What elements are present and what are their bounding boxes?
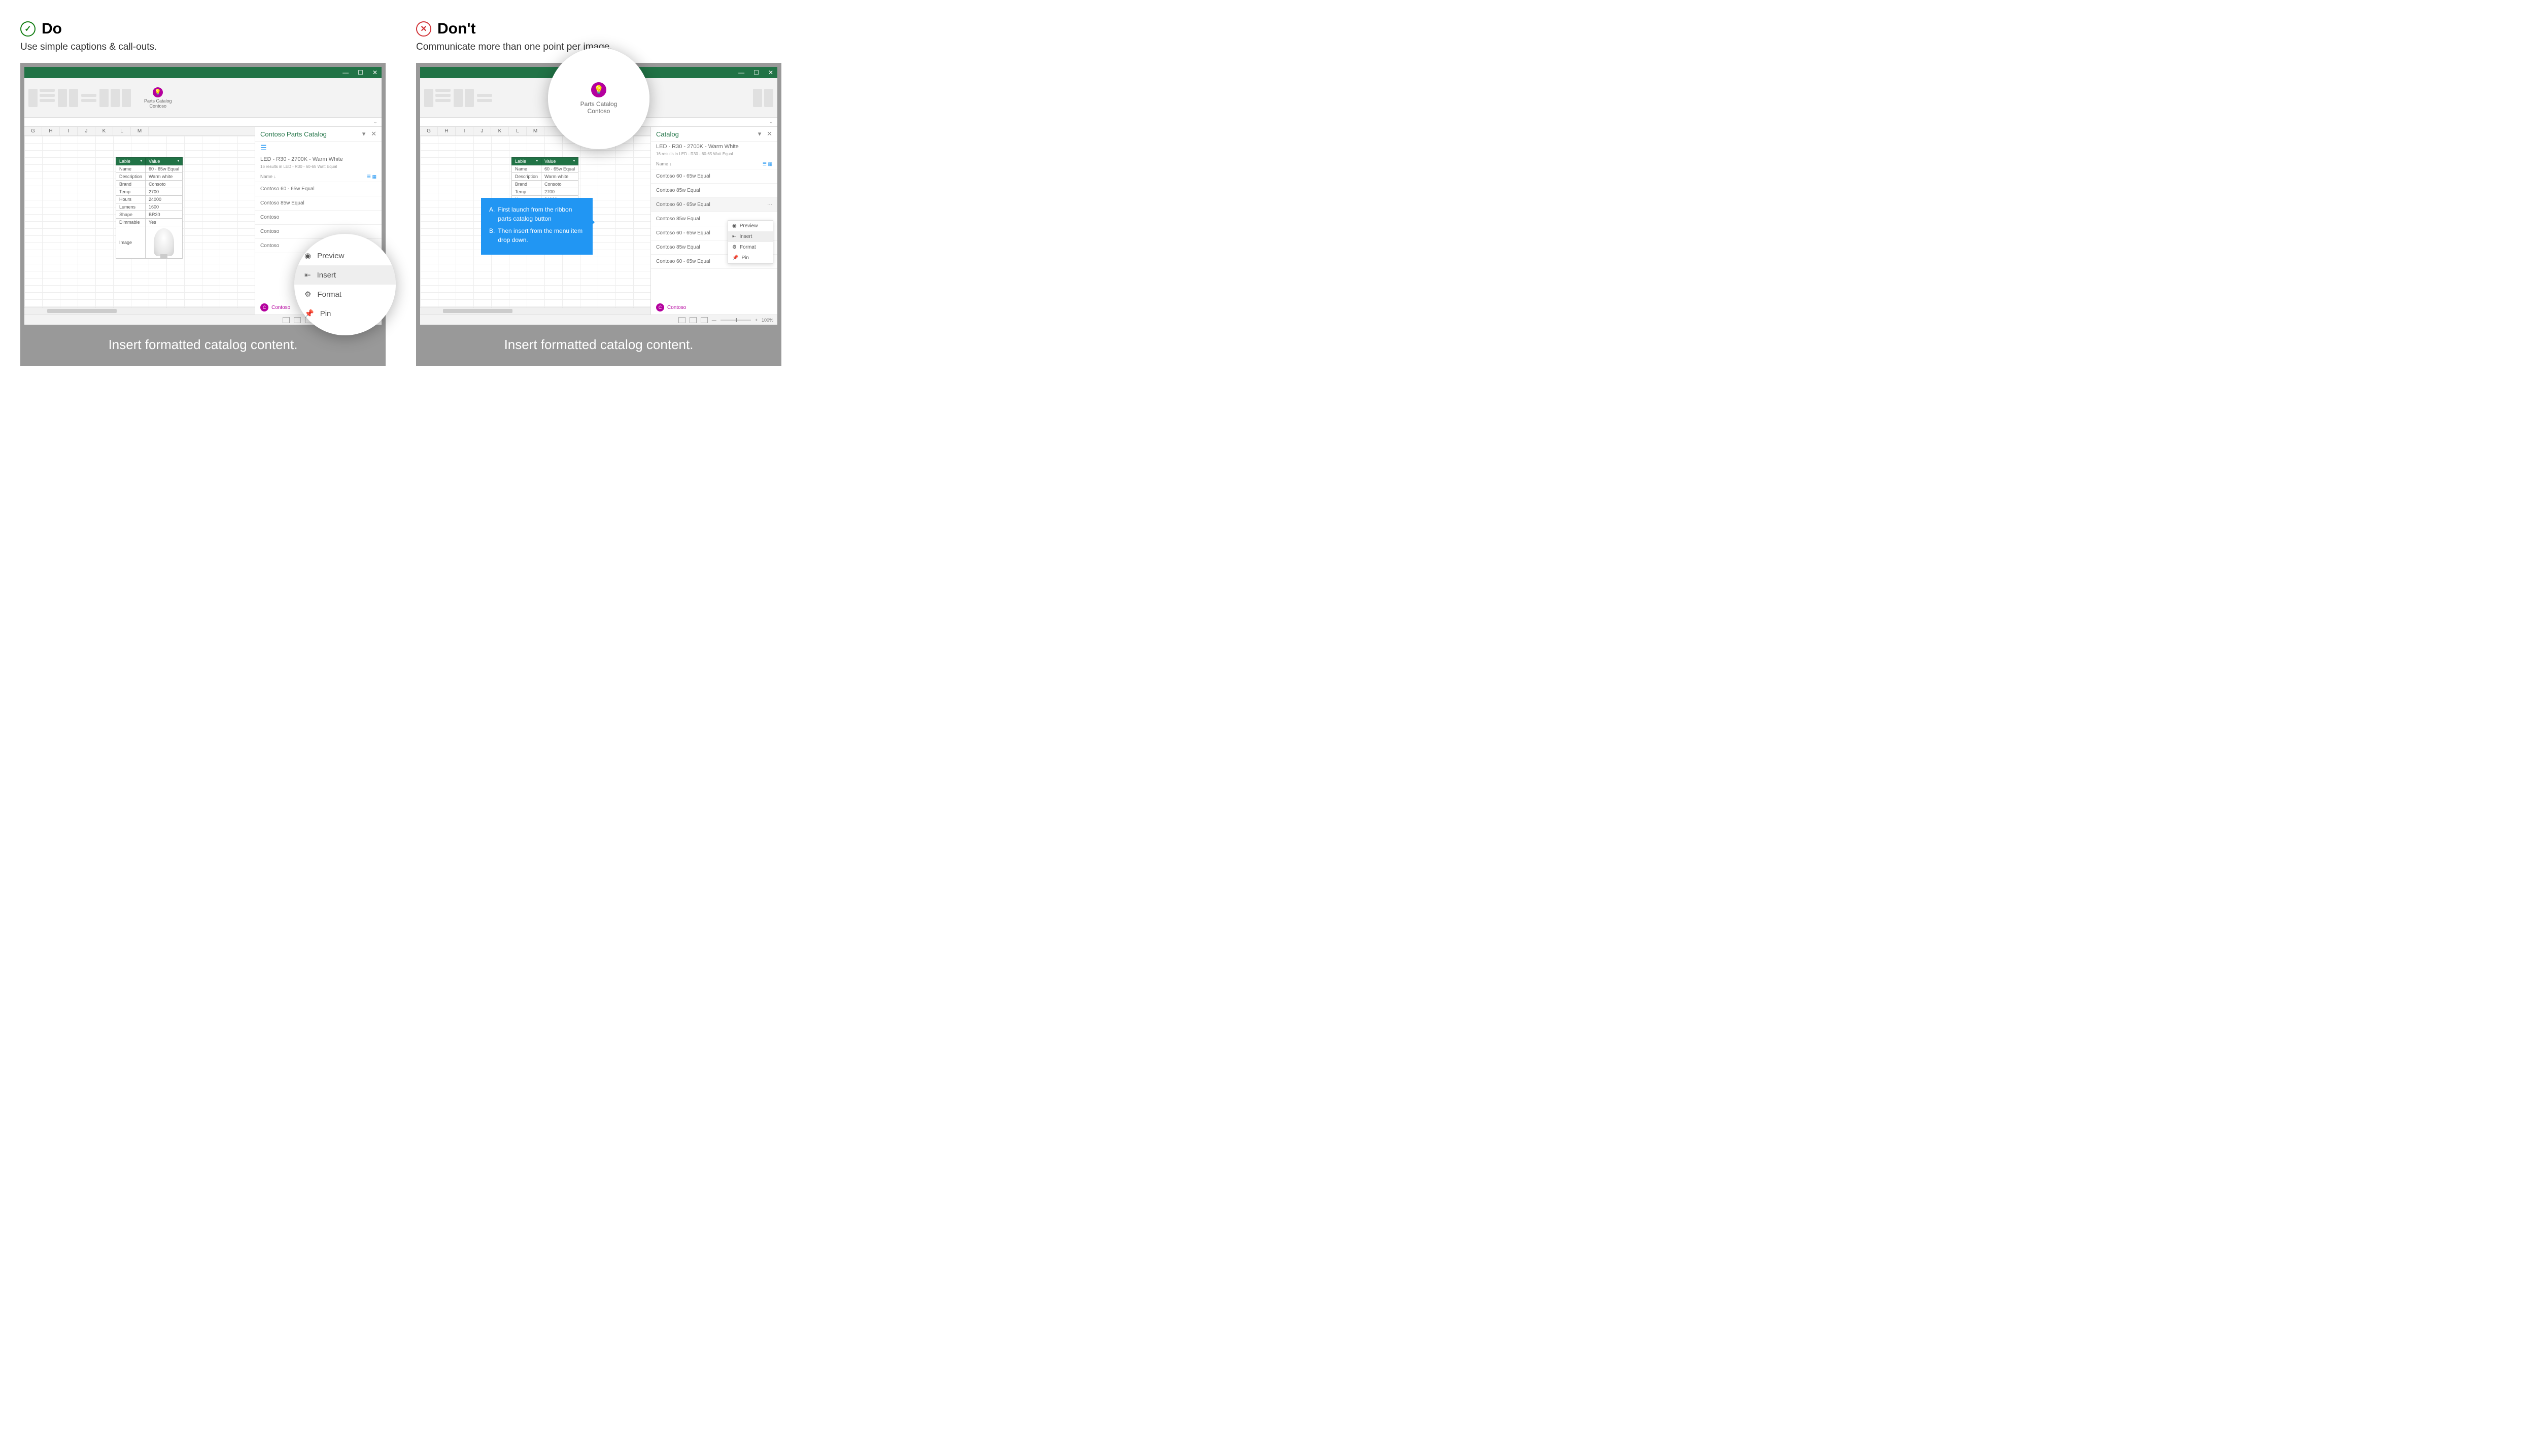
taskpane: Catalog▾ ✕ LED - R30 - 2700K - Warm Whit… [650, 127, 777, 315]
chevron-down-icon[interactable]: ⌄ [373, 119, 378, 125]
product-subtitle: 16 results in LED - R30 - 60-65 Watt Equ… [255, 164, 382, 172]
chevron-down-icon[interactable]: ⌄ [769, 119, 773, 125]
formula-bar: ⌄ [24, 118, 382, 127]
pane-title: Catalog [656, 130, 679, 138]
pin-icon: 📌 [304, 309, 314, 318]
insert-icon: ⇤ [304, 270, 311, 280]
list-item[interactable]: Contoso [255, 211, 382, 225]
addin-label-1: Parts Catalog [580, 100, 618, 108]
sliders-icon: ⚙ [732, 245, 737, 250]
dd-format[interactable]: ⚙Format [728, 242, 773, 253]
zoom-level: 100% [762, 318, 773, 323]
statusbar: —+ 100% [420, 315, 777, 325]
do-subtitle: Use simple captions & call-outs. [20, 42, 386, 53]
pane-title: Contoso Parts Catalog [260, 130, 327, 138]
dd-insert[interactable]: ⇤Insert [728, 231, 773, 242]
dont-column: ✕ Don't Communicate more than one point … [416, 20, 781, 366]
zoom-slider[interactable] [721, 320, 751, 321]
product-title: LED - R30 - 2700K - Warm White [651, 142, 777, 152]
do-title: Do [42, 20, 62, 38]
dd-pin[interactable]: 📌Pin [728, 253, 773, 263]
close-icon[interactable]: ✕ [372, 69, 378, 76]
callout-a: First launch from the ribbon parts catal… [498, 205, 585, 223]
list-item[interactable]: Contoso 85w Equal [651, 184, 777, 198]
column-headers: GHIJKLM [24, 127, 255, 136]
insert-icon: ⇤ [732, 234, 736, 239]
scrollbar-horizontal[interactable] [24, 307, 255, 315]
minimize-icon[interactable]: — [738, 69, 744, 76]
magnifier-menu: ◉Preview ⇤Insert ⚙Format 📌Pin [294, 234, 396, 335]
list-item[interactable]: Contoso 85w Equal [255, 196, 382, 211]
do-panel: — ☐ ✕ 💡 Parts Catalog Contoso ⌄ [20, 63, 386, 366]
dont-title: Don't [437, 20, 475, 38]
dd-preview[interactable]: ◉Preview [728, 221, 773, 231]
context-dropdown: ◉Preview ⇤Insert ⚙Format 📌Pin [728, 220, 773, 264]
maximize-icon[interactable]: ☐ [753, 69, 759, 76]
minimize-icon[interactable]: — [342, 69, 349, 76]
list-item[interactable]: Contoso 60 - 65w Equal [255, 182, 382, 196]
dont-caption: Insert formatted catalog content. [420, 325, 777, 356]
menu-format[interactable]: ⚙Format [294, 285, 396, 304]
eye-icon: ◉ [304, 251, 311, 260]
spreadsheet-grid[interactable]: GHIJKLM Lable▾Value▾ Name60 - 65w Equal … [420, 127, 650, 315]
callout-b: Then insert from the menu item drop down… [498, 226, 585, 245]
menu-insert[interactable]: ⇤Insert [294, 265, 396, 285]
lightbulb-icon: 💡 [153, 87, 163, 97]
ribbon: 💡 Parts Catalog Contoso [24, 78, 382, 118]
do-column: ✓ Do Use simple captions & call-outs. — … [20, 20, 386, 366]
addin-button[interactable]: 💡 Parts Catalog Contoso [144, 87, 172, 109]
product-subtitle: 16 results in LED - R30 - 60-65 Watt Equ… [651, 152, 777, 159]
list-item[interactable]: Contoso 60 - 65w Equal⋯ [651, 198, 777, 212]
spreadsheet-grid[interactable]: GHIJKLM Lable▾Value▾ Name60 - 65w Equal … [24, 127, 255, 315]
magnifier-ribbon: 💡 Parts Catalog Contoso [548, 48, 649, 149]
lightbulb-icon: 💡 [591, 82, 606, 97]
pane-footer[interactable]: CContoso [651, 300, 777, 315]
data-table: Lable▾Value▾ Name60 - 65w Equal Descript… [511, 157, 578, 203]
pin-icon: 📌 [732, 255, 738, 261]
close-icon[interactable]: ✕ [768, 69, 773, 76]
cross-icon: ✕ [416, 21, 431, 37]
menu-icon[interactable]: ☰ [255, 142, 382, 154]
callout-tooltip: A.First launch from the ribbon parts cat… [481, 198, 593, 255]
menu-preview[interactable]: ◉Preview [294, 246, 396, 265]
eye-icon: ◉ [732, 223, 737, 229]
maximize-icon[interactable]: ☐ [358, 69, 363, 76]
sliders-icon: ⚙ [304, 290, 311, 299]
check-icon: ✓ [20, 21, 36, 37]
data-table: Lable▾Value▾ Name60 - 65w Equal Descript… [116, 157, 183, 259]
bulb-image [154, 228, 174, 256]
product-list: Contoso 60 - 65w Equal Contoso 85w Equal… [651, 169, 777, 300]
more-icon[interactable]: ⋯ [767, 202, 772, 207]
list-item[interactable]: Contoso 60 - 65w Equal [651, 169, 777, 184]
addin-label-2: Contoso [588, 108, 610, 115]
product-title: LED - R30 - 2700K - Warm White [255, 154, 382, 164]
titlebar: — ☐ ✕ [24, 67, 382, 78]
menu-pin[interactable]: 📌Pin [294, 304, 396, 323]
scrollbar-horizontal[interactable] [420, 307, 650, 315]
dont-panel: — ☐ ✕ ⌄ GHIJKLM [416, 63, 781, 366]
